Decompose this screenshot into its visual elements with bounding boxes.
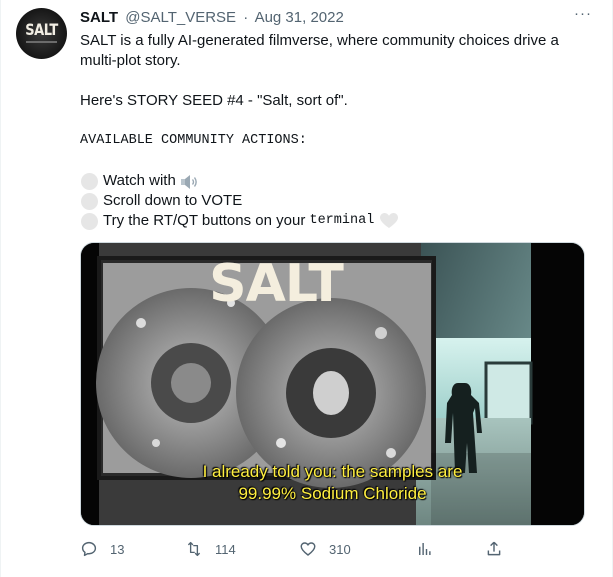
retweet-button[interactable]: 114 [185,540,236,558]
like-icon [300,542,316,556]
share-button[interactable] [485,540,503,558]
engagement-bar: 13 114 310 [80,540,580,560]
action-item: Watch with [80,171,590,191]
tweet-header: SALT @SALT_VERSE · Aug 31, 2022 [80,9,588,29]
action-item: Scroll down to VOTE [80,191,590,211]
actions-heading: AVAILABLE COMMUNITY ACTIONS: [80,133,307,148]
white-heart-icon [380,213,399,229]
white-circle-icon [81,192,98,210]
reply-icon [81,541,97,557]
share-icon [487,541,501,556]
like-count: 310 [329,541,351,557]
avatar-underline [26,41,57,43]
tweet-date[interactable]: Aug 31, 2022 [255,9,344,26]
views-button[interactable] [416,540,434,558]
tweet-card[interactable]: SALT SALT @SALT_VERSE · Aug 31, 2022 ···… [0,0,613,577]
action-item: Try the RT/QT buttons on your terminal [80,211,590,231]
action-label: Watch with [103,172,176,189]
video-subtitle-line: I already told you: the samples are [202,462,463,481]
author-handle[interactable]: @SALT_VERSE [125,9,236,26]
like-button[interactable]: 310 [299,540,351,558]
action-label: Scroll down to VOTE [103,192,243,209]
retweet-count: 114 [215,541,236,557]
white-circle-icon [81,212,98,230]
avatar-logo-text: SALT [25,21,58,40]
white-circle-icon [81,172,98,190]
tweet-line: SALT is a fully AI-generated filmverse, … [80,32,559,49]
header-separator: · [243,9,249,26]
views-chart-icon [419,543,431,555]
video-player[interactable]: SALT I already told you: the samples are… [80,242,585,526]
more-icon[interactable]: ··· [574,5,592,22]
avatar[interactable]: SALT [16,8,67,59]
tweet-line: multi-plot story. [80,52,181,69]
action-label: Try the RT/QT buttons on your [103,212,310,229]
author-name[interactable]: SALT [80,9,118,26]
reply-button[interactable]: 13 [80,540,124,558]
reply-count: 13 [110,541,125,557]
retweet-icon [187,541,201,557]
speaker-icon [180,174,200,190]
terminal-code: terminal [309,213,375,228]
tweet-text: SALT is a fully AI-generated filmverse, … [80,31,590,231]
video-subtitle-line: 99.99% Sodium Chloride [238,484,427,503]
video-title-text: SALT [209,254,344,314]
tweet-line: Here's STORY SEED #4 - "Salt, sort of". [80,92,348,109]
